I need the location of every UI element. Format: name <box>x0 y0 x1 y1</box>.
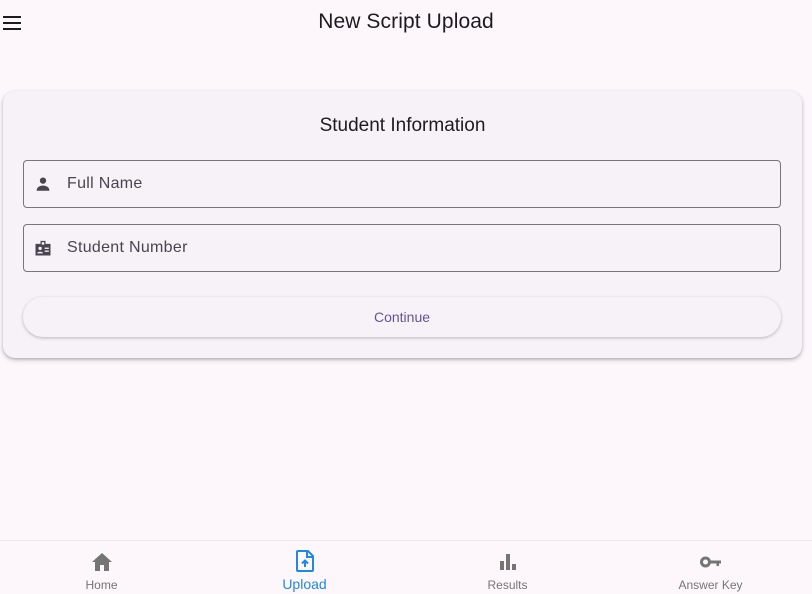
badge-icon <box>31 236 55 260</box>
bottom-navigation: Home Upload Results Answer Key <box>0 540 812 594</box>
nav-item-upload[interactable]: Upload <box>203 541 406 594</box>
nav-label-results: Results <box>487 578 528 592</box>
nav-label-answer-key: Answer Key <box>678 578 743 592</box>
student-number-field[interactable] <box>23 224 781 272</box>
key-icon <box>699 551 722 573</box>
nav-item-results[interactable]: Results <box>406 541 609 594</box>
full-name-input[interactable] <box>67 161 780 207</box>
app-bar: New Script Upload <box>0 0 812 46</box>
nav-item-home[interactable]: Home <box>0 541 203 594</box>
nav-label-home: Home <box>85 578 118 592</box>
app-root: New Script Upload Student Information Fu… <box>0 0 812 594</box>
upload-file-icon <box>294 550 316 572</box>
continue-button[interactable]: Continue <box>23 297 781 337</box>
page-title: New Script Upload <box>318 10 494 33</box>
nav-label-upload: Upload <box>282 576 327 592</box>
bar-chart-icon <box>497 551 519 573</box>
full-name-field[interactable] <box>23 160 781 208</box>
student-number-input[interactable] <box>67 225 780 271</box>
home-icon <box>91 551 113 573</box>
person-icon <box>31 172 55 196</box>
nav-item-answer-key[interactable]: Answer Key <box>609 541 812 594</box>
student-info-card: Student Information Full Name Student Nu… <box>3 91 802 358</box>
card-title: Student Information <box>319 115 486 136</box>
